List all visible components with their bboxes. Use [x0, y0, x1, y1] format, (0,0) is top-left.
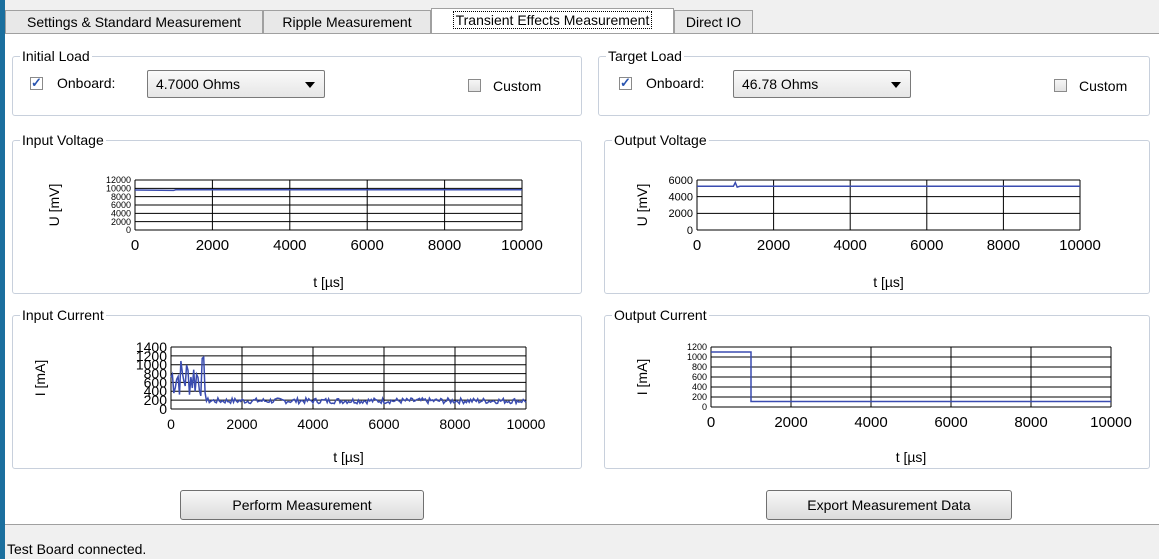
x-tick-label: 6000 — [934, 414, 967, 431]
x-tick-label: 0 — [693, 237, 701, 254]
x-tick-label: 4000 — [854, 414, 887, 431]
y-tick-label: 200 — [692, 392, 707, 402]
y-tick-label: 400 — [692, 382, 707, 392]
y-axis-label: I [mA] — [634, 359, 650, 396]
tab-settings[interactable]: Settings & Standard Measurement — [5, 10, 263, 33]
y-tick-label: 2000 — [669, 208, 693, 220]
x-tick-label: 10000 — [1090, 414, 1132, 431]
y-axis-label: I [mA] — [32, 360, 48, 397]
x-axis-label: t [µs] — [313, 274, 344, 290]
tab-label: Settings & Standard Measurement — [26, 14, 241, 30]
x-tick-label: 8000 — [1014, 414, 1047, 431]
export-measurement-data-button[interactable]: Export Measurement Data — [766, 490, 1012, 520]
output-current-chart: 0 2000 4000 6000 8000 10000020040060080010001… — [634, 342, 1132, 465]
tab-label: Direct IO — [685, 14, 742, 30]
initial-custom-checkbox[interactable] — [468, 79, 481, 92]
group-title: Output Voltage — [612, 131, 709, 149]
x-tick-label: 2000 — [757, 237, 790, 254]
initial-custom-label: Custom — [493, 78, 542, 94]
tab-label: Transient Effects Measurement — [452, 11, 653, 29]
app-window: Settings & Standard Measurement Ripple M… — [5, 0, 1159, 559]
group-title: Input Voltage — [20, 131, 106, 149]
initial-load-value: 4.7000 Ohms — [156, 76, 241, 92]
chevron-down-icon — [891, 82, 901, 88]
y-tick-label: 800 — [692, 362, 707, 372]
chevron-down-icon — [305, 82, 315, 88]
x-tick-label: 2000 — [774, 414, 807, 431]
initial-load-group: Initial Load Onboard: 4.7000 Ohms Custom — [12, 47, 582, 116]
x-tick-label: 10000 — [1059, 237, 1101, 254]
x-tick-label: 4000 — [273, 237, 306, 254]
x-tick-label: 0 — [167, 416, 175, 432]
y-tick-label: 600 — [692, 372, 707, 382]
input-voltage-group: Input Voltage 0 2000 4000 6000 8000 10000 0 200… — [12, 131, 582, 294]
x-tick-label: 8000 — [428, 237, 461, 254]
initial-onboard-checkbox[interactable] — [30, 75, 43, 91]
x-tick-label: 0 — [707, 414, 715, 431]
y-tick-label: 0 — [702, 402, 707, 412]
y-axis-label: U [mV] — [634, 184, 650, 227]
x-tick-label: 4000 — [297, 416, 328, 432]
tab-page: Initial Load Onboard: 4.7000 Ohms Custom… — [5, 33, 1159, 525]
y-axis-label: U [mV] — [46, 184, 62, 227]
tab-label: Ripple Measurement — [282, 14, 412, 30]
x-tick-label: 0 — [131, 237, 139, 254]
initial-onboard-label: Onboard: — [57, 75, 116, 91]
x-tick-label: 10000 — [501, 237, 543, 254]
group-title: Target Load — [606, 47, 684, 65]
y-tick-label: 12000 — [106, 175, 131, 185]
series-line — [170, 355, 527, 406]
target-load-select[interactable]: 46.78 Ohms — [733, 70, 911, 98]
x-tick-label: 2000 — [226, 416, 257, 432]
tab-transient-effects[interactable]: Transient Effects Measurement — [431, 8, 674, 35]
output-voltage-group: Output Voltage 0 2000 4000 6000 8000 10000 0 20… — [604, 131, 1150, 294]
x-tick-label: 8000 — [439, 416, 470, 432]
perform-measurement-button[interactable]: Perform Measurement — [180, 490, 424, 520]
initial-load-select[interactable]: 4.7000 Ohms — [147, 70, 325, 98]
target-custom-label: Custom — [1079, 78, 1128, 94]
x-axis-label: t [µs] — [896, 449, 927, 465]
output-current-group: Output Current 0 2000 4000 6000 8000 10000 0 20… — [604, 306, 1150, 469]
status-bar: Test Board connected. — [5, 524, 1159, 559]
input-current-chart: 0 2000 4000 6000 8000 10000020040060080010001… — [32, 339, 546, 465]
target-load-group: Target Load Onboard: 46.78 Ohms Custom — [598, 47, 1150, 116]
group-title: Initial Load — [20, 47, 92, 65]
y-tick-label: 6000 — [669, 175, 693, 187]
input-current-group: Input Current 0 2000 4000 6000 8000 10000 0 200… — [12, 306, 582, 469]
y-tick-label: 1000 — [687, 352, 707, 362]
x-tick-label: 6000 — [910, 237, 943, 254]
x-axis-label: t [µs] — [333, 449, 364, 465]
status-text: Test Board connected. — [7, 541, 147, 557]
target-onboard-label: Onboard: — [646, 75, 705, 91]
x-tick-label: 6000 — [368, 416, 399, 432]
y-tick-label: 4000 — [669, 192, 693, 204]
y-tick-label: 1200 — [687, 342, 707, 352]
y-tick-label: 0 — [687, 225, 693, 237]
group-title: Output Current — [612, 306, 709, 324]
target-custom-checkbox[interactable] — [1054, 79, 1067, 92]
tab-ripple[interactable]: Ripple Measurement — [263, 10, 431, 33]
tab-direct-io[interactable]: Direct IO — [674, 10, 753, 33]
target-onboard-checkbox[interactable] — [619, 75, 632, 91]
tab-strip: Settings & Standard Measurement Ripple M… — [5, 0, 1159, 35]
x-tick-label: 4000 — [834, 237, 867, 254]
input-voltage-chart: 0 2000 4000 6000 8000 10000020004000600080001… — [46, 175, 543, 290]
x-tick-label: 2000 — [196, 237, 229, 254]
x-axis-label: t [µs] — [873, 274, 904, 290]
series-line — [697, 180, 1080, 189]
x-tick-label: 8000 — [987, 237, 1020, 254]
series-line — [134, 189, 522, 192]
output-voltage-chart: 0 2000 4000 6000 8000 10000 0 2000 4000 6000 t [µs… — [634, 175, 1101, 290]
x-tick-label: 6000 — [351, 237, 384, 254]
y-tick-label: 1400 — [136, 339, 167, 355]
x-tick-label: 10000 — [507, 416, 546, 432]
group-title: Input Current — [20, 306, 106, 324]
target-load-value: 46.78 Ohms — [742, 76, 819, 92]
